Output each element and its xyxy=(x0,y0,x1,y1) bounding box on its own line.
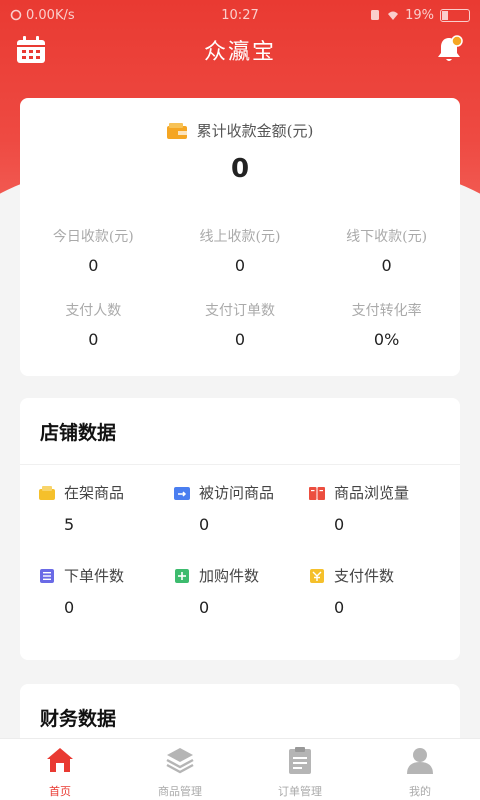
stat-online-revenue: 线上收款(元) 0 xyxy=(199,229,281,275)
revenue-summary-card: 累计收款金额(元) 0 今日收款(元) 0 线上收款(元) 0 线下收款(元) … xyxy=(20,98,460,376)
stat-payers: 支付人数 0 xyxy=(65,303,122,349)
stat-paid-orders: 支付订单数 0 xyxy=(204,303,275,349)
shelf-goods-icon xyxy=(39,485,55,500)
visited-goods-icon xyxy=(174,486,190,500)
network-speed: 0.00K/s xyxy=(26,7,75,23)
book-views-icon xyxy=(309,486,325,500)
layers-icon xyxy=(166,748,194,774)
total-revenue-label: 累计收款金额(元) xyxy=(196,122,314,140)
order-list-icon xyxy=(40,568,54,583)
total-revenue-value: 0 xyxy=(230,154,250,184)
stats-row-2: 支付人数 0 支付订单数 0 支付转化率 0% xyxy=(20,300,460,349)
add-cart-icon xyxy=(175,568,189,583)
tab-home[interactable]: 首页 xyxy=(0,739,120,800)
refresh-icon xyxy=(10,9,22,21)
status-time: 10:27 xyxy=(221,7,259,23)
bell-icon xyxy=(438,35,463,61)
shop-stat-views[interactable]: 商品浏览量 0 xyxy=(308,482,443,534)
home-icon xyxy=(47,748,73,772)
tab-mine[interactable]: 我的 xyxy=(360,739,480,800)
shop-data-title: 店铺数据 xyxy=(40,422,117,444)
stat-offline-revenue: 线下收款(元) 0 xyxy=(346,229,428,275)
shop-stat-add-cart[interactable]: 加购件数 0 xyxy=(173,565,308,617)
status-bar: 0.00K/s 10:27 19% xyxy=(0,0,480,30)
tab-product-management[interactable]: 商品管理 xyxy=(120,739,240,800)
divider xyxy=(20,464,460,465)
shop-row-2: 下单件数 0 加购件数 0 支付件数 0 xyxy=(38,565,458,617)
battery-icon xyxy=(440,8,470,22)
shop-stat-ordered[interactable]: 下单件数 0 xyxy=(38,565,173,617)
shop-row-1: 在架商品 5 被访问商品 0 商品浏览量 0 xyxy=(38,482,458,534)
wallet-icon xyxy=(166,122,187,139)
shop-stat-visited[interactable]: 被访问商品 0 xyxy=(173,482,308,534)
shop-stat-on-shelf[interactable]: 在架商品 5 xyxy=(38,482,173,534)
wifi-icon xyxy=(388,11,399,20)
page-title: 众瀛宝 xyxy=(203,40,276,65)
payment-icon xyxy=(310,568,324,583)
calendar-icon xyxy=(17,36,45,63)
stat-conversion-rate: 支付转化率 0% xyxy=(351,303,422,349)
sim-icon xyxy=(371,10,380,20)
shop-data-card: 店铺数据 在架商品 5 被访问商品 0 商品浏览量 0 下单件数 0 加购件数 … xyxy=(20,398,460,660)
stats-row-1: 今日收款(元) 0 线上收款(元) 0 线下收款(元) 0 xyxy=(20,226,460,275)
notification-button[interactable] xyxy=(434,34,464,64)
bottom-tab-bar: 首页 商品管理 订单管理 我的 xyxy=(0,738,480,800)
clipboard-icon xyxy=(289,747,311,774)
battery-percent: 19% xyxy=(405,7,434,23)
app-header: 众瀛宝 xyxy=(0,30,480,70)
tab-order-management[interactable]: 订单管理 xyxy=(240,739,360,800)
user-icon xyxy=(407,748,433,774)
calendar-button[interactable] xyxy=(16,36,46,64)
stat-today-revenue: 今日收款(元) 0 xyxy=(52,229,134,275)
shop-stat-paid-items[interactable]: 支付件数 0 xyxy=(308,565,443,617)
finance-data-title: 财务数据 xyxy=(40,708,117,730)
